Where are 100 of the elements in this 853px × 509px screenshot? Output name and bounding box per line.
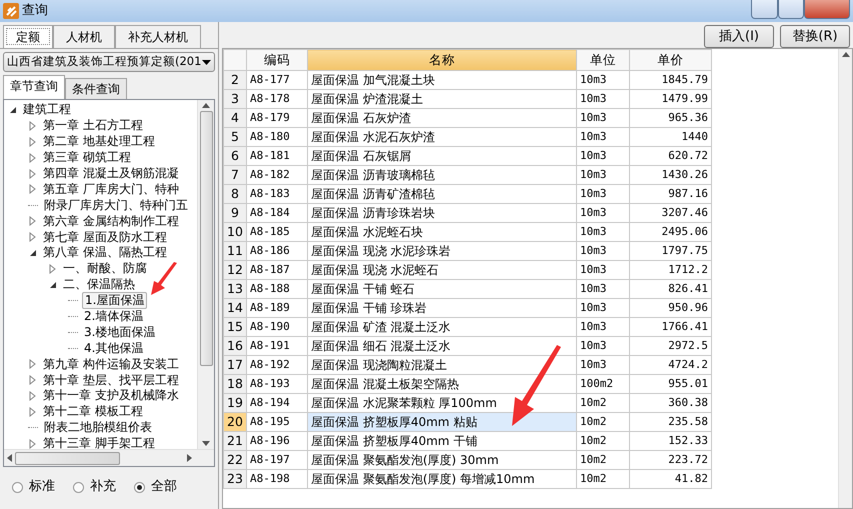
tree-item[interactable]: 第十二章 模板工程 — [41, 404, 145, 420]
tab[interactable]: 人材机 — [53, 25, 115, 48]
row-number: 21 — [224, 432, 246, 450]
radio-label[interactable]: 补充 — [90, 477, 116, 497]
tree-item[interactable]: 第六章 金属结构制作工程 — [41, 214, 181, 229]
expand-icon[interactable] — [28, 120, 38, 131]
close-button[interactable] — [804, 0, 850, 19]
price-cell: 360.38 — [630, 394, 712, 412]
expand-icon[interactable] — [28, 168, 38, 178]
maximize-button[interactable] — [778, 0, 804, 19]
tree-item[interactable]: 二、保温隔热 — [61, 277, 137, 292]
tree-item[interactable]: 第十章 垫层、找平层工程 — [41, 372, 181, 388]
name-cell: 屋面保温 挤塑板厚40mm 干铺 — [308, 432, 576, 450]
radio-button[interactable] — [73, 482, 84, 492]
action-button[interactable]: 替换(R) — [780, 25, 850, 48]
price-cell: 965.36 — [630, 108, 712, 128]
name-cell: 屋面保温 炉渣混凝土 — [308, 90, 576, 108]
tree-item[interactable]: 建筑工程 — [21, 102, 73, 118]
quota-dropdown[interactable]: 山西省建筑及装饰工程预算定额(201 — [3, 52, 215, 72]
column-header[interactable]: 单价 — [630, 50, 712, 70]
price-cell: 1845.79 — [630, 70, 712, 90]
window-title: 查询 — [22, 2, 48, 20]
unit-cell: 10m3 — [576, 356, 630, 374]
radio-label[interactable]: 全部 — [151, 477, 177, 497]
tab[interactable]: 定额 — [3, 25, 53, 48]
row-number: 22 — [224, 450, 246, 470]
row-number: 11 — [224, 242, 246, 260]
tree-item[interactable]: 第九章 构件运输及安装工 — [41, 356, 181, 372]
code-cell: A8-189 — [246, 298, 308, 318]
column-header[interactable]: 编码 — [246, 50, 308, 70]
expand-icon[interactable] — [28, 136, 38, 147]
code-cell: A8-183 — [246, 184, 308, 204]
price-cell: 2495.06 — [630, 222, 712, 242]
tree-item[interactable]: 3.楼地面保温 — [82, 324, 158, 340]
expand-icon[interactable] — [28, 359, 38, 370]
tree-item[interactable]: 一、耐酸、防腐 — [61, 261, 149, 276]
radio-label[interactable]: 标准 — [29, 477, 55, 497]
tree-item[interactable]: 第三章 砌筑工程 — [41, 150, 133, 166]
expand-icon[interactable] — [28, 152, 38, 163]
expand-icon[interactable] — [28, 184, 38, 194]
expand-icon[interactable] — [28, 406, 38, 417]
action-button[interactable]: 插入(I) — [704, 25, 774, 48]
name-cell: 屋面保温 干铺 蛭石 — [308, 280, 576, 298]
minimize-button[interactable] — [751, 0, 778, 19]
code-cell: A8-188 — [246, 280, 308, 298]
tree-item[interactable]: 第十三章 脚手架工程 — [41, 436, 157, 450]
radio-button[interactable] — [134, 482, 145, 492]
expand-icon[interactable] — [28, 390, 38, 401]
price-cell: 2972.5 — [630, 336, 712, 356]
expand-icon[interactable] — [48, 264, 58, 274]
tree-item[interactable]: 2.墙体保温 — [82, 309, 146, 324]
name-cell: 屋面保温 加气混凝土块 — [308, 70, 576, 90]
horizontal-scrollbar[interactable] — [4, 449, 214, 466]
expand-icon[interactable] — [28, 216, 38, 226]
tree-item[interactable]: 第八章 保温、隔热工程 — [41, 245, 169, 260]
column-header[interactable]: 单位 — [576, 50, 630, 70]
tab[interactable]: 章节查询 — [3, 75, 65, 99]
name-cell: 屋面保温 聚氨酯发泡(厚度) 每增减10mm — [308, 470, 576, 488]
row-number: 14 — [224, 298, 246, 318]
tree-item[interactable]: 第七章 屋面及防水工程 — [41, 230, 169, 245]
collapse-icon[interactable] — [48, 280, 58, 290]
tree-item[interactable]: 第十一章 支护及机械降水 — [41, 388, 181, 404]
tree-item[interactable]: 附录厂库房大门、特种门五 — [42, 198, 190, 213]
unit-cell: 10m2 — [576, 412, 630, 432]
collapse-icon[interactable] — [8, 104, 18, 115]
tree-item[interactable]: 第一章 土石方工程 — [41, 118, 145, 134]
expand-icon[interactable] — [28, 438, 38, 449]
tree-item[interactable]: 第四章 混凝土及钢筋混凝 — [41, 166, 181, 181]
vertical-scrollbar[interactable] — [197, 100, 214, 450]
code-cell: A8-179 — [246, 108, 308, 128]
price-cell: 235.58 — [630, 412, 712, 432]
code-cell: A8-187 — [246, 260, 308, 280]
column-header[interactable]: 名称 — [308, 50, 576, 70]
unit-cell: 10m3 — [576, 146, 630, 166]
collapse-icon[interactable] — [28, 248, 38, 258]
tree-item[interactable]: 4.其他保温 — [82, 340, 146, 356]
unit-cell: 10m3 — [576, 128, 630, 146]
tree-item[interactable]: 1.屋面保温 — [82, 292, 148, 310]
name-cell: 屋面保温 沥青矿渣棉毡 — [308, 184, 576, 204]
row-number: 17 — [224, 356, 246, 374]
expand-icon[interactable] — [28, 232, 38, 242]
tree-item[interactable]: 第五章 厂库房大门、特种 — [41, 182, 181, 197]
tab[interactable]: 条件查询 — [65, 78, 127, 99]
scrollbar-thumb[interactable] — [15, 452, 120, 465]
row-number: 10 — [224, 222, 246, 242]
tree-item[interactable]: 附表二地胎模组价表 — [42, 420, 154, 436]
unit-cell: 10m3 — [576, 242, 630, 260]
code-cell: A8-186 — [246, 242, 308, 260]
code-cell: A8-180 — [246, 128, 308, 146]
price-cell: 1712.2 — [630, 260, 712, 280]
tree-item[interactable]: 第二章 地基处理工程 — [41, 134, 157, 150]
tab[interactable]: 补充人材机 — [115, 25, 201, 48]
table-scrollbar[interactable] — [838, 49, 852, 508]
row-number: 16 — [224, 336, 246, 356]
radio-button[interactable] — [12, 482, 23, 492]
row-number: 9 — [224, 204, 246, 222]
scrollbar-thumb[interactable] — [200, 111, 212, 366]
scroll-left-icon — [7, 454, 12, 462]
expand-icon[interactable] — [28, 375, 38, 386]
price-cell: 3207.46 — [630, 204, 712, 222]
